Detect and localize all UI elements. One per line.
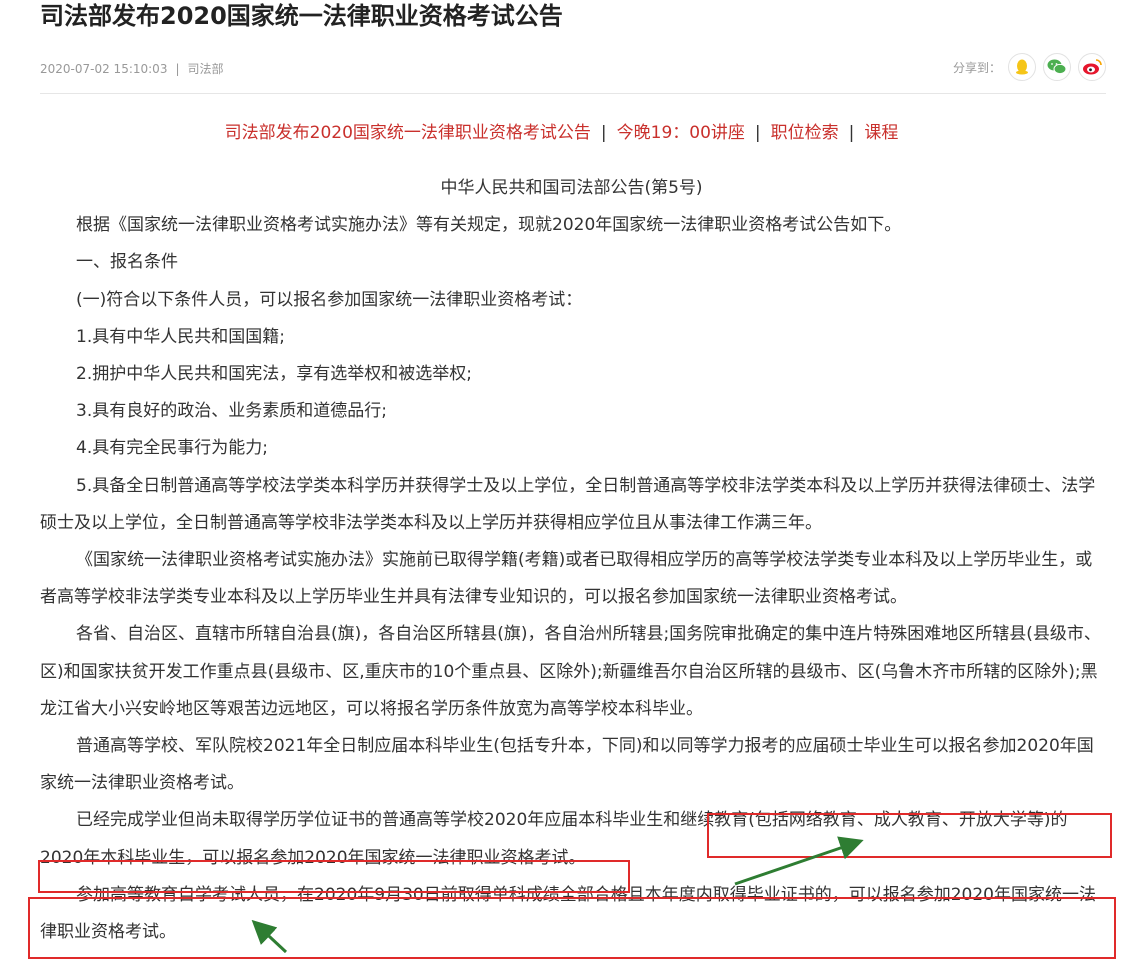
annotation-arrows — [251, 836, 864, 954]
arrow-icon — [251, 919, 288, 954]
arrow-icon — [734, 836, 864, 886]
